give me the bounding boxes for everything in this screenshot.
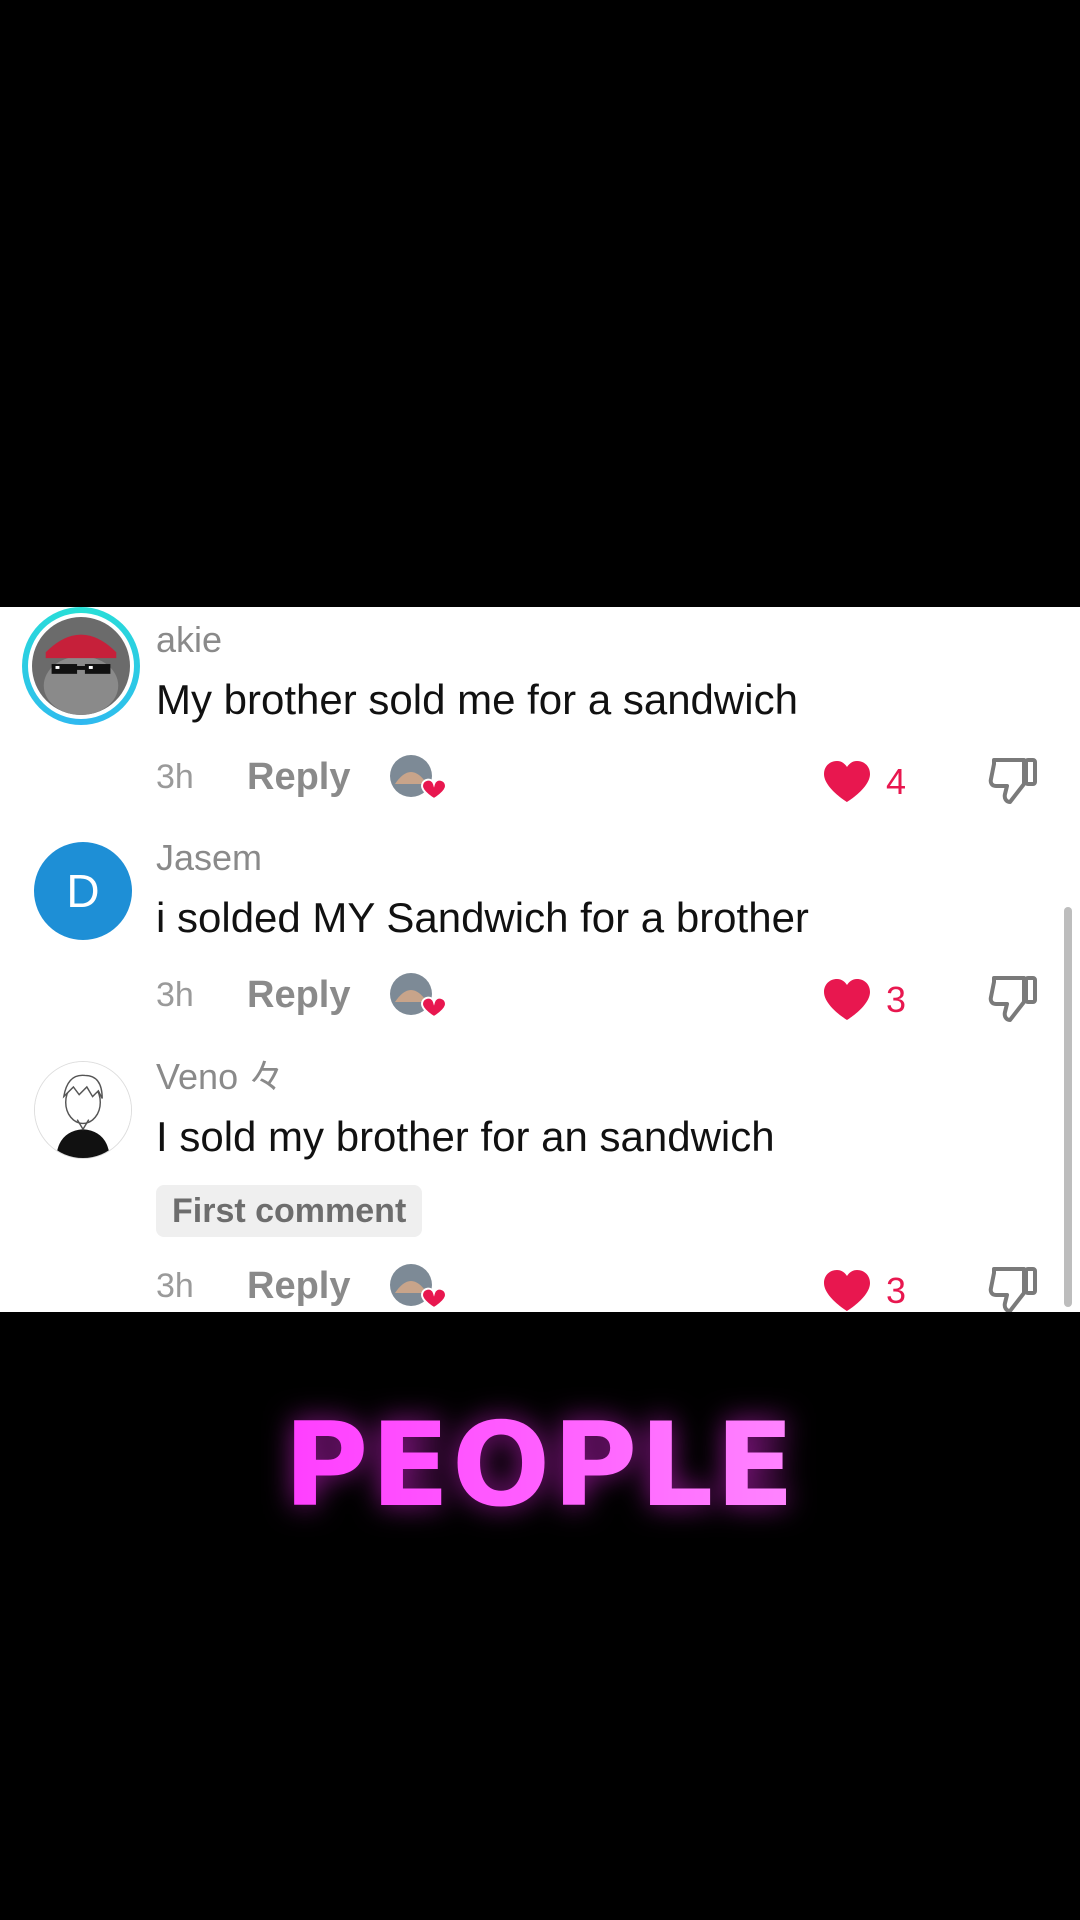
comment-username[interactable]: akie [156,620,222,660]
like-button[interactable]: 4 [822,757,906,807]
like-button[interactable]: 3 [822,975,906,1025]
comment-text: i solded MY Sandwich for a brother [156,894,809,941]
dislike-button[interactable] [986,972,1040,1026]
avatar[interactable] [34,1061,132,1159]
reply-button[interactable]: Reply [247,757,350,797]
avatar[interactable]: D [34,842,132,940]
heart-icon [824,1270,870,1311]
avatar-image [35,1062,131,1158]
dislike-icon [988,976,1037,1022]
dislike-icon [988,1267,1037,1312]
comment-text: I sold my brother for an sandwich [156,1113,775,1160]
creator-liked-icon [389,754,448,801]
comment-time: 3h [156,758,194,796]
reply-button[interactable]: Reply [247,1266,350,1306]
comments-scrollbar[interactable] [1064,907,1072,1307]
dislike-button[interactable] [986,754,1040,808]
comments-panel: akie My brother sold me for a sandwich 3… [0,607,1080,1312]
heart-icon [824,761,870,802]
comment-text: My brother sold me for a sandwich [156,676,798,723]
creator-liked-icon [389,1263,448,1310]
avatar-image [32,617,130,715]
like-count: 3 [886,979,907,1020]
heart-icon [824,979,870,1020]
video-screen: akie My brother sold me for a sandwich 3… [0,0,1080,1920]
comment-time: 3h [156,1267,194,1305]
creator-liked-icon [389,972,448,1019]
avatar[interactable] [22,607,140,725]
overlay-caption: PEOPLE [0,1398,1080,1533]
comment-time: 3h [156,976,194,1014]
comment-username[interactable]: Veno 々 [156,1057,284,1097]
avatar-letter: D [66,865,100,917]
reply-button[interactable]: Reply [247,975,350,1015]
first-comment-badge: First comment [156,1185,423,1237]
like-count: 3 [886,1270,907,1311]
like-count: 4 [886,761,907,802]
like-button[interactable]: 3 [822,1266,906,1312]
dislike-button[interactable] [986,1263,1040,1312]
dislike-icon [988,758,1037,804]
comment-username[interactable]: Jasem [156,838,262,878]
